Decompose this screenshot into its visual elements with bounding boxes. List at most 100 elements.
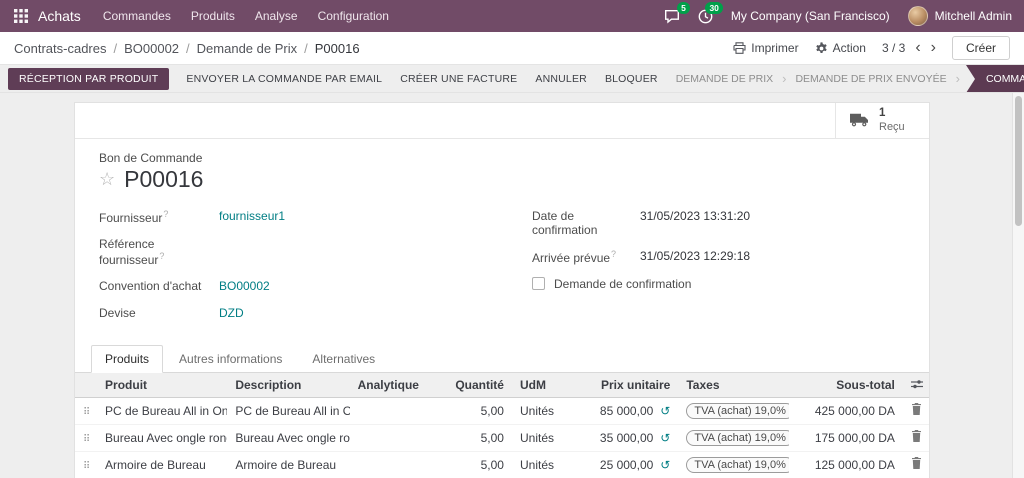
unit-price-value: 35 000,00 (600, 431, 653, 445)
ask-confirmation-checkbox[interactable] (532, 277, 545, 290)
messages-button[interactable]: 5 (664, 9, 680, 24)
recompute-icon[interactable]: ↺ (660, 458, 670, 472)
pager-next-icon[interactable]: › (931, 40, 936, 56)
field-currency: Devise DZD (99, 306, 472, 321)
cell-unit-price[interactable]: 85 000,00↺ (570, 397, 678, 424)
doc-type-label: Bon de Commande (99, 151, 905, 165)
menu-configuration[interactable]: Configuration (308, 0, 399, 32)
action-label: Action (833, 41, 866, 55)
ask-confirmation-label: Demande de confirmation (554, 277, 691, 291)
cell-description[interactable]: PC de Bureau All in One (227, 397, 349, 424)
cell-analytic[interactable] (350, 397, 426, 424)
state-demande-envoyee[interactable]: DEMANDE DE PRIX ENVOYÉE (786, 73, 955, 85)
cell-uom[interactable]: Unités (512, 397, 570, 424)
cell-subtotal: 175 000,00 DA (789, 424, 903, 451)
drag-handle-icon[interactable]: ⠿ (83, 407, 90, 418)
cell-product[interactable]: Bureau Avec ongle ronde (97, 424, 227, 451)
tab-alternatives[interactable]: Alternatives (298, 345, 389, 373)
favorite-star-icon[interactable]: ☆ (99, 170, 115, 188)
cell-taxes[interactable]: TVA (achat) 19,0% (678, 451, 788, 478)
expected-arrival-value[interactable]: 31/05/2023 12:29:18 (640, 249, 750, 263)
lock-button[interactable]: BLOQUER (596, 68, 667, 90)
cell-description[interactable]: Armoire de Bureau (227, 451, 349, 478)
recompute-icon[interactable]: ↺ (660, 431, 670, 445)
user-menu[interactable]: Mitchell Admin (908, 6, 1012, 26)
drag-handle-icon[interactable]: ⠿ (83, 461, 90, 472)
page-title: P00016 (124, 166, 203, 193)
cell-uom[interactable]: Unités (512, 451, 570, 478)
statusbar: RÉCEPTION PAR PRODUIT ENVOYER LA COMMAND… (0, 65, 1024, 93)
navbar-systray: 5 30 My Company (San Francisco) Mitchell… (664, 6, 1012, 26)
cell-unit-price[interactable]: 35 000,00 ↺ (570, 424, 678, 451)
vertical-scrollbar[interactable] (1012, 93, 1024, 478)
header-taxes[interactable]: Taxes (678, 373, 788, 398)
create-button[interactable]: Créer (952, 36, 1010, 60)
header-options (903, 373, 929, 398)
breadcrumb-contrats-cadres[interactable]: Contrats-cadres (14, 41, 106, 56)
menu-produits[interactable]: Produits (181, 0, 245, 32)
pager-previous-icon[interactable]: ‹ (915, 40, 920, 56)
table-header-row: Produit Description Analytique Quantité … (75, 373, 929, 398)
help-marker: ? (159, 251, 164, 261)
scrollbar-thumb[interactable] (1015, 96, 1022, 226)
send-by-email-button[interactable]: ENVOYER LA COMMANDE PAR EMAIL (177, 68, 391, 90)
activities-button[interactable]: 30 (698, 9, 713, 24)
optional-columns-icon[interactable] (911, 378, 923, 392)
header-subtotal[interactable]: Sous-total (789, 373, 903, 398)
cell-handle: ⠿ (75, 424, 97, 451)
cell-taxes[interactable]: TVA (achat) 19,0% (678, 424, 788, 451)
apps-menu-button[interactable] (8, 3, 34, 29)
delete-row-icon[interactable] (911, 457, 922, 472)
state-commande-fournisseur-active: COMMANDE FOURNISSEUR (966, 65, 1024, 92)
breadcrumb-demande-de-prix[interactable]: Demande de Prix (197, 41, 297, 56)
cell-quantity[interactable]: 5,00 (426, 397, 512, 424)
receipt-smart-button[interactable]: 1 Reçu (835, 103, 929, 138)
menu-analyse[interactable]: Analyse (245, 0, 308, 32)
cell-product[interactable]: PC de Bureau All in One (97, 397, 227, 424)
cell-analytic[interactable] (350, 451, 426, 478)
header-handle (75, 373, 97, 398)
cell-taxes[interactable]: TVA (achat) 19,0% (678, 397, 788, 424)
purchase-agreement-value[interactable]: BO00002 (219, 279, 270, 293)
cancel-button[interactable]: ANNULER (526, 68, 596, 90)
control-panel: Contrats-cadres / BO00002 / Demande de P… (0, 32, 1024, 65)
cell-uom[interactable]: Unités (512, 424, 570, 451)
state-demande-de-prix[interactable]: DEMANDE DE PRIX (667, 73, 782, 85)
tab-autres-informations[interactable]: Autres informations (165, 345, 296, 373)
drag-handle-icon[interactable]: ⠿ (83, 434, 90, 445)
menu-commandes[interactable]: Commandes (93, 0, 181, 32)
cell-analytic[interactable] (350, 424, 426, 451)
header-unit-price[interactable]: Prix unitaire (570, 373, 678, 398)
receive-products-button[interactable]: RÉCEPTION PAR PRODUIT (8, 68, 169, 90)
recompute-icon[interactable]: ↺ (660, 404, 670, 418)
header-analytic[interactable]: Analytique (350, 373, 426, 398)
app-name[interactable]: Achats (34, 8, 93, 24)
header-uom[interactable]: UdM (512, 373, 570, 398)
cell-description[interactable]: Bureau Avec ongle ronde (227, 424, 349, 451)
breadcrumb-bo00002[interactable]: BO00002 (124, 41, 179, 56)
action-menu-button[interactable]: Action (815, 41, 866, 55)
pager: 3 / 3 ‹ › (882, 40, 936, 56)
header-description[interactable]: Description (227, 373, 349, 398)
cell-unit-price[interactable]: 25 000,00↺ (570, 451, 678, 478)
delete-row-icon[interactable] (911, 403, 922, 418)
cell-product[interactable]: Armoire de Bureau (97, 451, 227, 478)
tab-produits[interactable]: Produits (91, 345, 163, 373)
order-line-row[interactable]: ⠿ PC de Bureau All in One PC de Bureau A… (75, 397, 929, 424)
print-button[interactable]: Imprimer (733, 41, 798, 55)
header-product[interactable]: Produit (97, 373, 227, 398)
company-switcher[interactable]: My Company (San Francisco) (731, 9, 890, 23)
expected-arrival-label: Arrivée prévue? (532, 249, 640, 265)
notebook-tabs: Produits Autres informations Alternative… (75, 333, 929, 373)
header-quantity[interactable]: Quantité (426, 373, 512, 398)
cell-delete (903, 424, 929, 451)
order-line-row[interactable]: ⠿ Armoire de Bureau Armoire de Bureau 5,… (75, 451, 929, 478)
cell-quantity[interactable]: 5,00 (426, 424, 512, 451)
cell-quantity[interactable]: 5,00 (426, 451, 512, 478)
order-line-row[interactable]: ⠿ Bureau Avec ongle ronde Bureau Avec on… (75, 424, 929, 451)
breadcrumb-separator: / (113, 41, 117, 56)
supplier-value[interactable]: fournisseur1 (219, 209, 285, 223)
currency-value[interactable]: DZD (219, 306, 244, 320)
create-bill-button[interactable]: CRÉER UNE FACTURE (391, 68, 526, 90)
delete-row-icon[interactable] (911, 430, 922, 445)
